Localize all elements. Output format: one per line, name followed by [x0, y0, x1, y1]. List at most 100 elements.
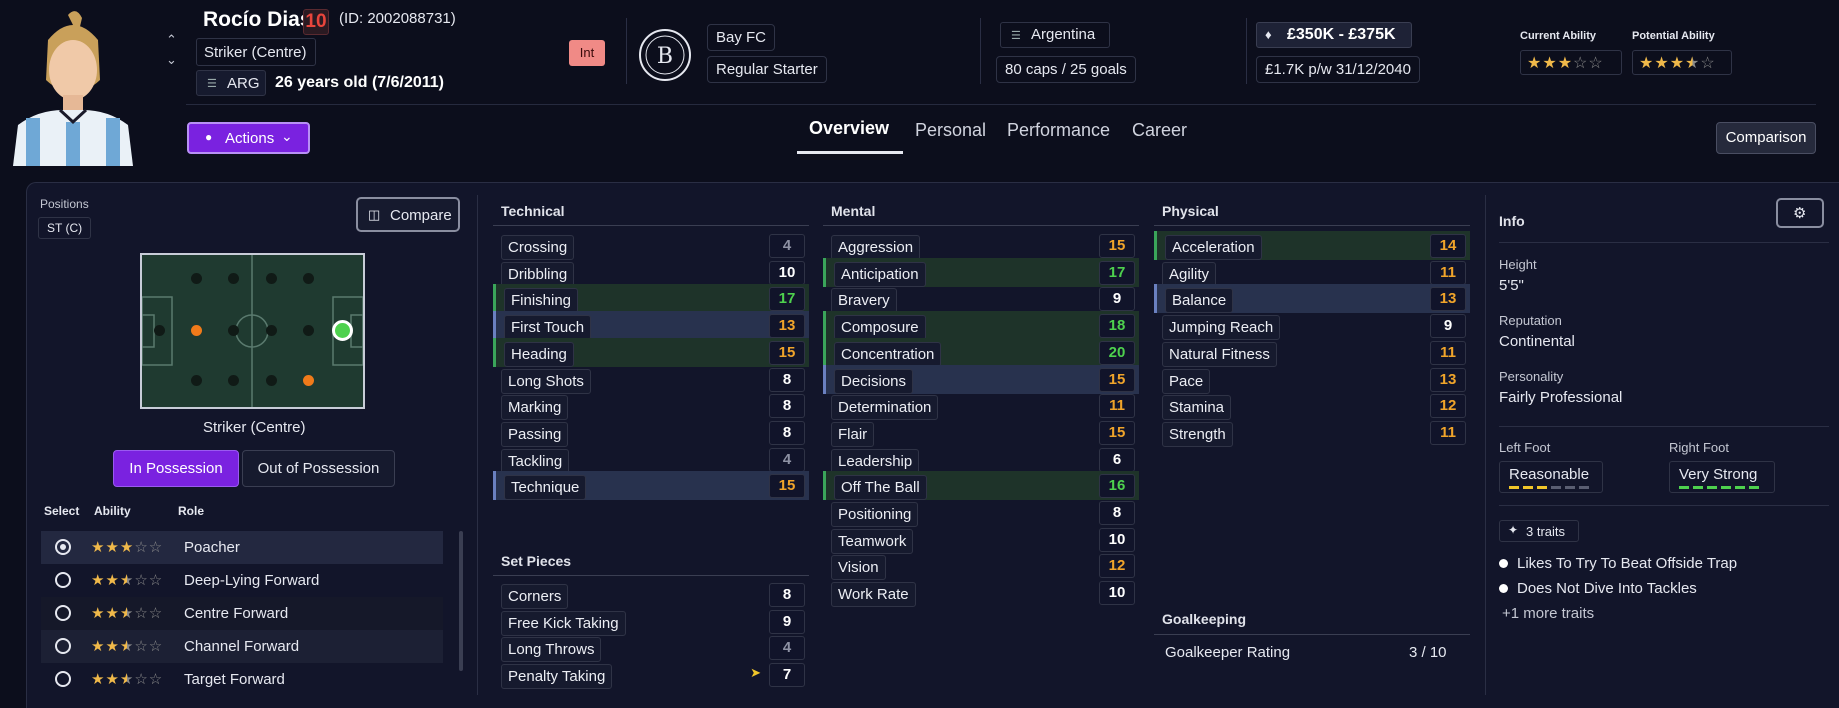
- role-row[interactable]: ★★★☆☆ Poacher: [41, 531, 443, 564]
- attribute-value: 15: [1099, 420, 1135, 445]
- attribute-row[interactable]: Positioning 8: [823, 498, 1139, 527]
- attribute-value: 15: [769, 474, 805, 499]
- attribute-row[interactable]: Teamwork 10: [823, 525, 1139, 554]
- attribute-row[interactable]: Agility 11: [1154, 258, 1470, 287]
- attribute-row[interactable]: Leadership 6: [823, 445, 1139, 474]
- out-possession-toggle[interactable]: Out of Possession: [242, 450, 395, 487]
- attribute-name: Strength: [1162, 421, 1233, 447]
- mental-title: Mental: [831, 203, 876, 219]
- role-radio[interactable]: [55, 572, 71, 588]
- attribute-row[interactable]: Tackling 4: [493, 445, 809, 474]
- scroll-down-icon[interactable]: ⌄: [166, 52, 177, 68]
- attribute-row[interactable]: Long Throws 4: [493, 633, 809, 663]
- attribute-row[interactable]: Determination 11: [823, 391, 1139, 421]
- attribute-name: Pace: [1162, 368, 1211, 394]
- trait-item: Does Not Dive Into Tackles: [1517, 580, 1697, 597]
- scroll-up-icon[interactable]: ⌃: [166, 32, 177, 48]
- attribute-row[interactable]: Acceleration 14: [1154, 231, 1470, 260]
- more-traits-link[interactable]: +1 more traits: [1502, 605, 1594, 622]
- tab-performance[interactable]: Performance: [1007, 120, 1110, 141]
- role-name: Channel Forward: [184, 638, 300, 655]
- attribute-value: 13: [1430, 287, 1466, 312]
- club-crest-icon: B: [638, 28, 692, 82]
- tab-personal[interactable]: Personal: [915, 120, 986, 141]
- attribute-name: Composure: [834, 315, 926, 341]
- attribute-value: 11: [1430, 260, 1466, 285]
- attribute-name: Crossing: [501, 235, 575, 260]
- attribute-row[interactable]: Natural Fitness 11: [1154, 338, 1470, 367]
- attribute-row[interactable]: Bravery 9: [823, 284, 1139, 314]
- attribute-row[interactable]: Stamina 12: [1154, 391, 1470, 421]
- role-radio[interactable]: [55, 539, 71, 555]
- club-name[interactable]: Bay FC: [707, 24, 776, 51]
- attribute-name: Work Rate: [831, 582, 916, 608]
- roles-scrollbar[interactable]: [459, 531, 463, 671]
- attribute-row[interactable]: Crossing 4: [493, 231, 809, 260]
- role-name: Centre Forward: [184, 605, 289, 622]
- attribute-value: 10: [1099, 581, 1135, 606]
- role-row[interactable]: ★★★☆☆ Deep-Lying Forward: [41, 564, 443, 597]
- attribute-row[interactable]: Pace 13: [1154, 365, 1470, 394]
- attribute-value: 14: [1430, 234, 1466, 258]
- player-header: ⌃ ⌄ Rocío Dias 10 (ID: 2002088731) Strik…: [0, 0, 1839, 172]
- attribute-value: 8: [1099, 501, 1135, 525]
- role-row[interactable]: ★★★☆☆ Target Forward: [41, 663, 443, 696]
- compare-button[interactable]: ◫ Compare: [356, 197, 460, 232]
- attribute-name: Agility: [1162, 261, 1217, 287]
- attribute-name: First Touch: [504, 315, 592, 341]
- divider: [1246, 18, 1247, 84]
- actions-label: Actions: [225, 130, 275, 147]
- attribute-row[interactable]: Strength 11: [1154, 418, 1470, 447]
- attribute-value: 17: [1099, 260, 1135, 285]
- attribute-row[interactable]: Aggression 15: [823, 231, 1139, 260]
- section-line: [1154, 225, 1470, 226]
- attribute-row[interactable]: Penalty Taking 7 ➤: [493, 660, 809, 690]
- attribute-row[interactable]: Balance 13: [1154, 284, 1470, 314]
- role-stars: ★★★☆☆: [91, 638, 164, 655]
- attribute-row[interactable]: Vision 12: [823, 551, 1139, 581]
- attribute-row[interactable]: Dribbling 10: [493, 258, 809, 287]
- role-stars: ★★★☆☆: [91, 539, 164, 556]
- attribute-value: 8: [769, 583, 805, 607]
- bullet-icon: [1499, 559, 1508, 568]
- attribute-row[interactable]: Concentration 20: [823, 337, 1139, 367]
- attribute-row[interactable]: Decisions 15: [823, 364, 1139, 394]
- attribute-row[interactable]: First Touch 13: [493, 311, 809, 341]
- attribute-row[interactable]: Finishing 17: [493, 284, 809, 314]
- comparison-button[interactable]: Comparison: [1716, 122, 1816, 154]
- svg-text:B: B: [657, 44, 673, 69]
- personality-value: Fairly Professional: [1499, 389, 1623, 406]
- role-row[interactable]: ★★★☆☆ Channel Forward: [41, 630, 443, 663]
- attribute-row[interactable]: Off The Ball 16: [823, 471, 1139, 501]
- attribute-row[interactable]: Heading 15: [493, 337, 809, 367]
- attribute-row[interactable]: Flair 15: [823, 418, 1139, 447]
- attribute-value: 13: [1430, 367, 1466, 392]
- attribute-name: Tackling: [501, 448, 570, 474]
- role-radio[interactable]: [55, 638, 71, 654]
- info-settings-button[interactable]: ⚙: [1776, 198, 1824, 228]
- in-possession-toggle[interactable]: In Possession: [113, 450, 239, 487]
- attribute-value: 6: [1099, 447, 1135, 472]
- attribute-row[interactable]: Work Rate 10: [823, 578, 1139, 608]
- attribute-row[interactable]: Composure 18: [823, 311, 1139, 341]
- role-radio[interactable]: [55, 605, 71, 621]
- pitch-caption: Striker (Centre): [203, 419, 306, 436]
- actions-button[interactable]: ● Actions ⌄: [187, 122, 310, 154]
- attribute-row[interactable]: Passing 8: [493, 418, 809, 447]
- attribute-row[interactable]: Jumping Reach 9: [1154, 311, 1470, 341]
- tab-overview[interactable]: Overview: [809, 118, 889, 139]
- tab-career[interactable]: Career: [1132, 120, 1187, 141]
- attribute-row[interactable]: Long Shots 8: [493, 365, 809, 394]
- divider: [626, 18, 627, 84]
- attribute-row[interactable]: Marking 8: [493, 391, 809, 421]
- attribute-row[interactable]: Corners 8: [493, 580, 809, 609]
- pitch-position-dot: [154, 325, 165, 336]
- attribute-row[interactable]: Free Kick Taking 9: [493, 607, 809, 636]
- attribute-row[interactable]: Anticipation 17: [823, 257, 1139, 287]
- attribute-row[interactable]: Technique 15: [493, 471, 809, 501]
- traits-badge[interactable]: ✦ 3 traits: [1499, 520, 1579, 542]
- role-row[interactable]: ★★★☆☆ Centre Forward: [41, 597, 443, 630]
- section-line: [493, 575, 809, 576]
- nation-pill[interactable]: ☰ Argentina: [1000, 22, 1110, 48]
- role-radio[interactable]: [55, 671, 71, 687]
